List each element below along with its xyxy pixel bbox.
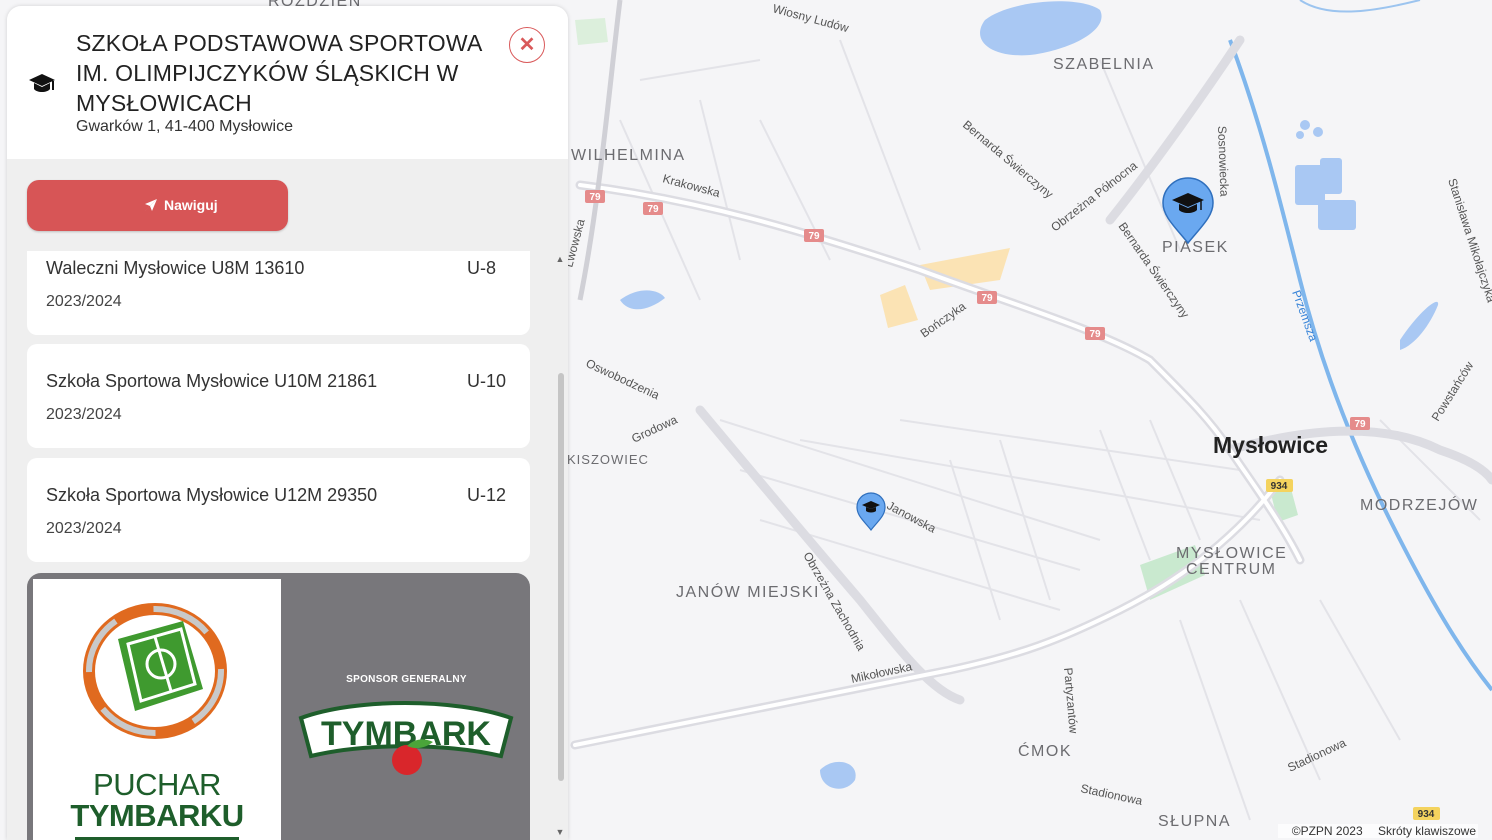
svg-text:934: 934 (1418, 809, 1435, 820)
district-label: SZABELNIA (1053, 56, 1155, 73)
road-badge-79: 79 (977, 291, 997, 304)
sponsor-banner[interactable]: PUCHAR TYMBARKU SPONSOR GENERALNY TYMBAR… (27, 573, 530, 840)
team-season: 2023/2024 (46, 406, 122, 423)
school-name: SZKOŁA PODSTAWOWA SPORTOWA IM. OLIMPIJCZ… (76, 30, 482, 116)
city-label: Mysłowice (1213, 432, 1328, 458)
road-badge-79: 79 (585, 190, 605, 203)
district-label: KISZOWIEC (567, 452, 649, 467)
district-label: CENTRUM (1186, 561, 1277, 578)
keyboard-shortcuts-link[interactable]: Skróty klawiszowe (1378, 824, 1476, 838)
svg-text:79: 79 (1089, 329, 1101, 340)
district-label: JANÓW MIEJSKI (676, 582, 820, 601)
district-label: SŁUPNA (1158, 813, 1231, 830)
team-name: Waleczni Mysłowice U8M 13610 (46, 258, 305, 278)
team-card[interactable]: Waleczni Mysłowice U8M 13610 U-8 2023/20… (27, 251, 530, 335)
team-card[interactable]: Szkoła Sportowa Mysłowice U10M 21861 U-1… (27, 344, 530, 448)
navigation-arrow-icon (145, 199, 157, 211)
sponsor-label: SPONSOR GENERALNY (346, 674, 467, 685)
map-attribution: ©PZPN 2023 Skróty klawiszowe (1277, 824, 1478, 838)
tymbark-logo: TYMBARK (298, 701, 514, 775)
graduation-cap-icon (29, 74, 55, 92)
road-badge-934: 934 (1413, 807, 1440, 820)
scrollbar-thumb[interactable] (558, 373, 564, 781)
road-badge-79: 79 (1085, 327, 1105, 340)
district-label: WILHELMINA (571, 147, 686, 164)
park (575, 18, 608, 45)
close-icon: ✕ (518, 34, 536, 56)
team-category: U-12 (467, 485, 507, 505)
district-label: MYSŁOWICE (1176, 545, 1287, 562)
district-label: ĆMOK (1018, 741, 1072, 760)
svg-text:934: 934 (1271, 481, 1288, 492)
road-badge-79: 79 (1350, 417, 1370, 430)
copyright-text: ©PZPN 2023 (1291, 824, 1363, 838)
team-name: Szkoła Sportowa Mysłowice U12M 29350 (46, 485, 378, 505)
school-details-panel: SZKOŁA PODSTAWOWA SPORTOWA IM. OLIMPIJCZ… (7, 6, 568, 840)
team-category: U-8 (467, 258, 497, 278)
scroll-up-icon[interactable]: ▲ (554, 253, 566, 265)
navigate-button[interactable]: Nawiguj (27, 180, 288, 231)
team-name: Szkoła Sportowa Mysłowice U10M 21861 (46, 371, 378, 391)
team-card[interactable]: Szkoła Sportowa Mysłowice U12M 29350 U-1… (27, 458, 530, 562)
panel-header: SZKOŁA PODSTAWOWA SPORTOWA IM. OLIMPIJCZ… (7, 6, 568, 159)
team-season: 2023/2024 (46, 293, 122, 310)
street-label: Sosnowiecka (1215, 126, 1231, 197)
puchar-tymbarku-logo: PUCHAR TYMBARKU (33, 579, 281, 840)
team-category: U-10 (467, 371, 507, 391)
teams-list[interactable]: Waleczni Mysłowice U8M 13610 U-8 2023/20… (7, 251, 568, 840)
scroll-down-icon[interactable]: ▼ (554, 826, 566, 838)
svg-text:79: 79 (589, 192, 601, 203)
navigate-label: Nawiguj (164, 197, 218, 213)
svg-text:79: 79 (1354, 419, 1366, 430)
district-label: PIASEK (1162, 239, 1229, 256)
road-badge-934: 934 (1266, 479, 1293, 492)
road-badge-79: 79 (804, 229, 824, 242)
road-badge-79: 79 (643, 202, 663, 215)
scrollbar[interactable]: ▲ ▼ (554, 251, 566, 840)
svg-text:79: 79 (647, 204, 659, 215)
tymbarku-text: TYMBARKU (70, 798, 244, 833)
team-season: 2023/2024 (46, 520, 122, 537)
football-pitch-emblem (83, 603, 227, 739)
close-button[interactable]: ✕ (509, 27, 545, 63)
svg-text:79: 79 (981, 293, 993, 304)
school-address: Gwarków 1, 41-400 Mysłowice (76, 118, 293, 135)
district-label: MODRZEJÓW (1360, 495, 1478, 514)
svg-text:79: 79 (808, 231, 820, 242)
